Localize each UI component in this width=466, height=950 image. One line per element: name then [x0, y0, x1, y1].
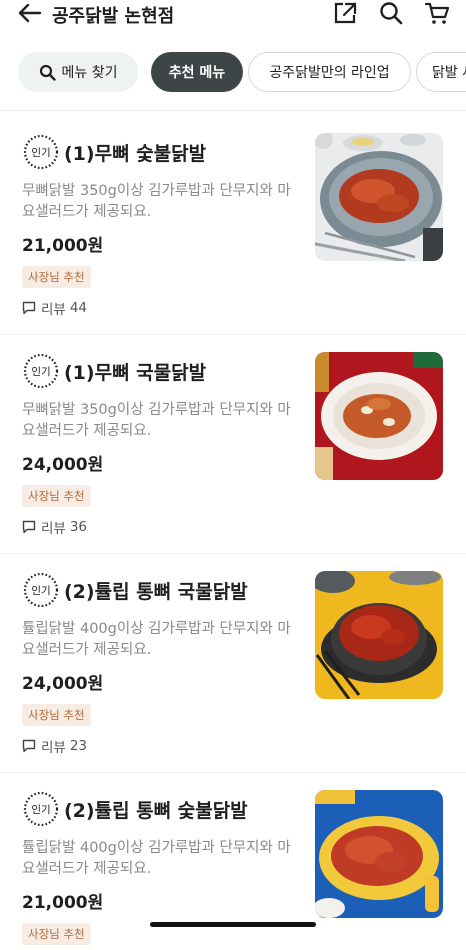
item-divider: [0, 772, 466, 773]
menu-item-photo: [315, 571, 443, 699]
popular-badge-icon: 인기: [23, 791, 59, 827]
category-chip-bar: 메뉴 찾기 추천 메뉴 공주닭발만의 라인업 닭발 세트: [0, 52, 466, 96]
menu-item-price: 21,000원: [22, 236, 104, 256]
popular-badge-text: 인기: [31, 366, 50, 378]
home-indicator: [150, 922, 316, 927]
menu-item-name: (2)튤립 통뼈 숯불닭발: [64, 800, 248, 822]
menu-item-desc: 무뼈닭발 350g이상 김가루밥과 단무지와 마요샐러드가 제공되요.: [22, 402, 291, 439]
chip-partial[interactable]: 닭발 세트: [416, 52, 466, 92]
back-arrow-icon[interactable]: [16, 2, 42, 24]
review-bubble-icon: [22, 520, 36, 534]
popular-badge-text: 인기: [31, 147, 50, 159]
menu-item[interactable]: 인기 (2)튤립 통뼈 국물닭발 튤립닭발 400g이상 김가루밥과 단무지와 …: [0, 571, 466, 771]
popular-badge-icon: 인기: [23, 353, 59, 389]
menu-item-desc: 튤립닭발 400g이상 김가루밥과 단무지와 마요샐러드가 제공되요.: [22, 621, 291, 658]
review-number: 44: [69, 300, 88, 316]
popular-badge-text: 인기: [31, 804, 50, 816]
owner-recommend-tag: 사장님 추천: [22, 266, 91, 288]
menu-search-chip[interactable]: 메뉴 찾기: [18, 52, 138, 92]
popular-badge-icon: 인기: [23, 134, 59, 170]
search-icon: [39, 64, 56, 81]
store-title: 공주닭발 논현점: [52, 6, 175, 27]
popular-badge-text: 인기: [31, 585, 50, 597]
menu-item-price: 24,000원: [22, 674, 104, 694]
popular-badge-icon: 인기: [23, 572, 59, 608]
section-divider: [0, 110, 466, 111]
menu-item-photo: [315, 133, 443, 261]
review-bubble-icon: [22, 301, 36, 315]
chip-lineup[interactable]: 공주닭발만의 라인업: [248, 52, 411, 92]
review-label: 리뷰: [41, 302, 66, 318]
menu-item-desc: 무뼈닭발 350g이상 김가루밥과 단무지와 마요샐러드가 제공되요.: [22, 183, 291, 220]
top-bar: 공주닭발 논현점: [0, 0, 466, 32]
search-icon[interactable]: [378, 1, 404, 25]
chip-recommended[interactable]: 추천 메뉴: [151, 52, 243, 92]
menu-item[interactable]: 인기 (1)무뼈 국물닭발 무뼈닭발 350g이상 김가루밥과 단무지와 마요샐…: [0, 352, 466, 552]
item-divider: [0, 553, 466, 554]
review-count: 리뷰 36: [22, 517, 87, 537]
review-label: 리뷰: [41, 740, 66, 756]
menu-item-name: (1)무뼈 국물닭발: [64, 362, 207, 384]
cart-icon[interactable]: [424, 1, 450, 25]
menu-item-photo: [315, 352, 443, 480]
menu-search-label: 메뉴 찾기: [61, 65, 118, 81]
owner-recommend-tag: 사장님 추천: [22, 923, 91, 945]
menu-item-name: (2)튤립 통뼈 국물닭발: [64, 581, 248, 603]
review-count: 리뷰 23: [22, 736, 87, 756]
menu-item[interactable]: 인기 (1)무뼈 숯불닭발 무뼈닭발 350g이상 김가루밥과 단무지와 마요샐…: [0, 133, 466, 333]
owner-recommend-tag: 사장님 추천: [22, 485, 91, 507]
item-divider: [0, 334, 466, 335]
review-number: 23: [69, 738, 88, 754]
menu-item-price: 21,000원: [22, 893, 104, 913]
review-count: 리뷰 44: [22, 298, 87, 318]
review-bubble-icon: [22, 739, 36, 753]
review-number: 36: [69, 519, 88, 535]
menu-item-price: 24,000원: [22, 455, 104, 475]
menu-item-photo: [315, 790, 443, 918]
share-icon[interactable]: [332, 1, 358, 25]
owner-recommend-tag: 사장님 추천: [22, 704, 91, 726]
menu-item-desc: 튤립닭발 400g이상 김가루밥과 단무지와 마요샐러드가 제공되요.: [22, 840, 291, 877]
menu-item-name: (1)무뼈 숯불닭발: [64, 143, 207, 165]
review-label: 리뷰: [41, 521, 66, 537]
